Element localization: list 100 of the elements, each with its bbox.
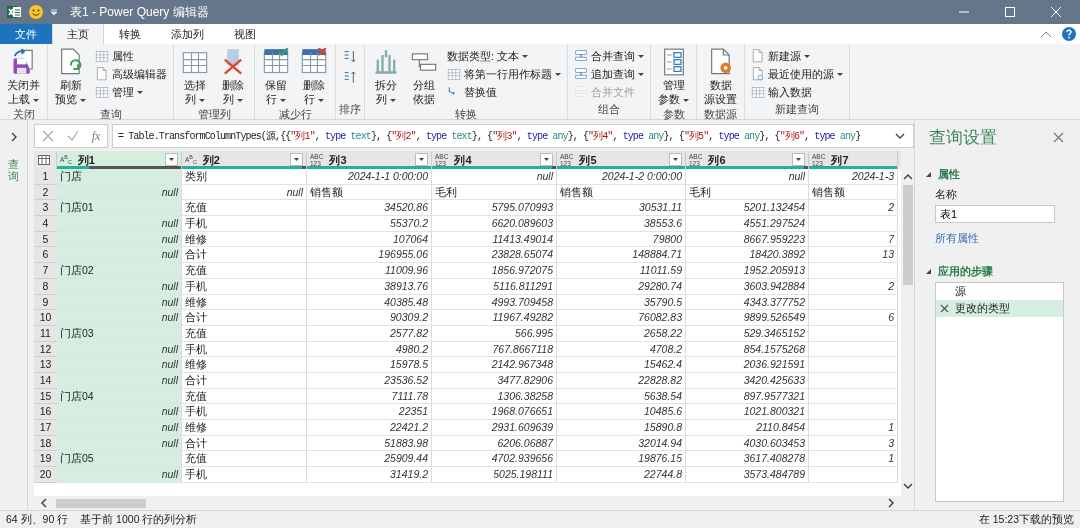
step-item[interactable]: 更改的类型 xyxy=(936,300,1063,317)
table-cell: 15978.5 xyxy=(307,357,432,373)
collapse-icon[interactable] xyxy=(925,268,932,275)
group-label: 排序 xyxy=(339,102,361,117)
group-label: 关闭 xyxy=(12,107,35,122)
table-cell: 2 xyxy=(809,200,898,217)
scroll-thumb[interactable] xyxy=(56,498,146,508)
table-cell: 4343.377752 xyxy=(686,294,809,311)
ribbon-button[interactable]: 拆分 列 xyxy=(368,47,404,107)
ribbon-button[interactable]: 刷新 预览 xyxy=(51,47,90,107)
delete-icon[interactable] xyxy=(940,304,949,313)
all-properties-link[interactable]: 所有属性 xyxy=(935,231,1064,246)
ribbon-button[interactable]: 删除 列 xyxy=(215,47,251,107)
ribbon-button[interactable]: 高级编辑器 xyxy=(92,65,170,82)
table-cell: 1306.38258 xyxy=(432,388,557,405)
filter-dropdown-icon[interactable] xyxy=(165,153,178,166)
table-cell: 854.1575268 xyxy=(686,341,809,358)
formula-field[interactable]: = Table.TransformColumnTypes(源,{{"列1", type text}, {"列2", type text}, {"列3", type any}, {"列4", type any}, {"列5", type any}, {"列6", type any} xyxy=(112,124,914,148)
table-cell: 手机 xyxy=(182,341,307,358)
filter-dropdown-icon[interactable] xyxy=(290,153,303,166)
name-field[interactable]: 表1 xyxy=(935,205,1055,223)
ribbon-button[interactable]: 管理 参数 xyxy=(654,47,693,107)
scroll-thumb[interactable] xyxy=(902,185,913,285)
table-cell: 3603.942884 xyxy=(686,278,809,295)
table-cell: 门店 xyxy=(57,169,182,185)
table-cell: 22351 xyxy=(307,404,432,420)
row-number: 17 xyxy=(34,420,57,436)
table-cell: 3617.408278 xyxy=(686,451,809,468)
ribbon-button[interactable]: 最近使用的源 xyxy=(748,65,846,82)
table-cell: 充值 xyxy=(182,388,307,405)
row-number: 3 xyxy=(34,200,57,217)
table-cell: 3477.82906 xyxy=(432,372,557,389)
table-cell: 充值 xyxy=(182,325,307,342)
table-cell: 5638.54 xyxy=(557,388,686,405)
ribbon-button[interactable]: 管理 xyxy=(92,83,170,100)
filter-dropdown-icon[interactable] xyxy=(540,153,553,166)
step-item[interactable]: 源 xyxy=(936,283,1063,300)
table-cell: 15890.8 xyxy=(557,420,686,436)
queries-label[interactable]: 查询 xyxy=(8,158,19,183)
smiley-icon[interactable] xyxy=(28,4,44,20)
table-cell: 23828.65074 xyxy=(432,247,557,264)
table-cell: 5795.070993 xyxy=(432,200,557,217)
table-cell: 维修 xyxy=(182,420,307,436)
table-cell: 2142.967348 xyxy=(432,357,557,373)
ribbon-tab[interactable]: 主页 xyxy=(52,24,104,44)
ribbon-button[interactable]: 数据 源设置 xyxy=(700,47,741,107)
ribbon-button[interactable]: 属性 xyxy=(92,47,170,64)
file-tab[interactable]: 文件 xyxy=(0,24,52,44)
table-icon xyxy=(38,154,52,166)
ribbon-button[interactable]: 替换值 xyxy=(444,83,564,100)
ribbon-button[interactable]: 选择 列 xyxy=(177,47,213,107)
scroll-down-icon[interactable] xyxy=(902,482,913,490)
table-cell: 51883.98 xyxy=(307,435,432,452)
status-text: 在 15:23下载的预览 xyxy=(978,512,1074,527)
excel-icon[interactable] xyxy=(6,4,22,20)
help-icon[interactable] xyxy=(1062,27,1076,41)
table-cell: 类别 xyxy=(182,169,307,185)
table-cell: 2024-1-2 0:00:00 xyxy=(557,169,686,185)
filter-dropdown-icon[interactable] xyxy=(792,153,805,166)
scroll-up-icon[interactable] xyxy=(902,173,913,181)
close-icon[interactable] xyxy=(1053,132,1064,143)
check-icon[interactable] xyxy=(66,130,79,142)
ribbon-button[interactable]: 将第一行用作标题 xyxy=(444,65,564,82)
ribbon-button[interactable]: 合并查询 xyxy=(571,47,647,64)
table-cell: 6206.06887 xyxy=(432,435,557,452)
table-cell: 2036.921591 xyxy=(686,357,809,373)
ribbon-button[interactable]: 输入数据 xyxy=(748,83,846,100)
expand-icon[interactable] xyxy=(895,132,905,140)
table-cell: 196955.06 xyxy=(307,247,432,264)
scroll-right-icon[interactable] xyxy=(887,498,895,508)
table-cell: 76082.83 xyxy=(557,310,686,326)
ribbon-button[interactable]: 分组 依据 xyxy=(406,47,442,107)
maximize-icon[interactable] xyxy=(1004,6,1016,18)
table-cell: 19876.15 xyxy=(557,451,686,468)
dropdown-icon[interactable] xyxy=(50,8,58,16)
ribbon-button[interactable]: 关闭并 上载 xyxy=(3,47,44,107)
table-cell: 合计 xyxy=(182,372,307,389)
ribbon-button[interactable]: 保留 行 xyxy=(258,47,294,107)
ribbon-button[interactable]: 删除 行 xyxy=(296,47,332,107)
filter-dropdown-icon[interactable] xyxy=(415,153,428,166)
scroll-left-icon[interactable] xyxy=(40,498,48,508)
ribbon-button[interactable]: 新建源 xyxy=(748,47,846,64)
table-cell: 7111.78 xyxy=(307,388,432,405)
expand-icon[interactable] xyxy=(9,132,18,142)
table-cell: null xyxy=(57,420,182,436)
ribbon-button[interactable]: 数据类型: 文本 xyxy=(444,47,564,64)
section-header[interactable]: 应用的步骤 xyxy=(938,264,993,279)
collapse-ribbon-icon[interactable] xyxy=(1040,30,1052,38)
ribbon-button[interactable]: 追加查询 xyxy=(571,65,647,82)
table-cell: 充值 xyxy=(182,263,307,279)
collapse-icon[interactable] xyxy=(925,171,932,178)
section-header[interactable]: 属性 xyxy=(938,167,960,182)
table-cell: 529.3465152 xyxy=(686,325,809,342)
function-button[interactable]: fx xyxy=(91,128,101,144)
filter-dropdown-icon[interactable] xyxy=(669,153,682,166)
remove-rows-icon xyxy=(300,48,328,76)
table-cell: 2658.22 xyxy=(557,325,686,342)
table-cell: 合计 xyxy=(182,310,307,326)
table-cell: 毛利 xyxy=(432,184,557,201)
row-number: 1 xyxy=(34,169,57,185)
